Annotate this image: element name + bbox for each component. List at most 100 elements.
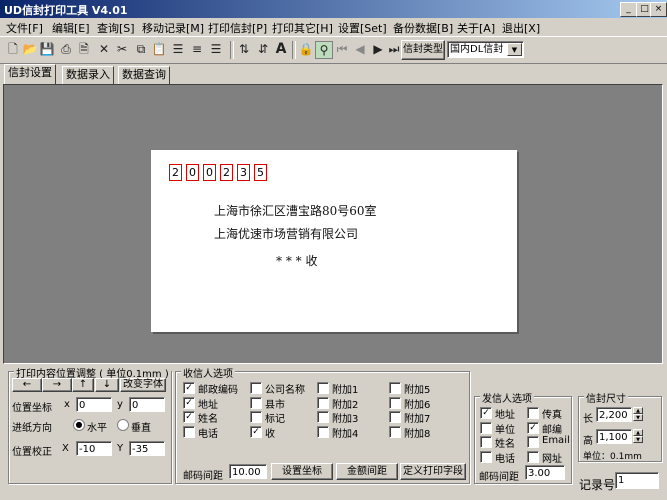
set-coordinates-button[interactable]: 设置坐标: [271, 463, 333, 480]
recipient-option-checkbox[interactable]: [389, 411, 401, 423]
recipient-option-checkbox[interactable]: [389, 382, 401, 394]
align-left-icon[interactable]: ☰: [170, 41, 186, 57]
tab-data-query[interactable]: 数据查询: [118, 66, 170, 85]
recipient-option-label: 附加3: [332, 414, 359, 425]
menu-settings[interactable]: 设置[Set]: [338, 20, 387, 36]
sender-option-checkbox[interactable]: [527, 450, 539, 463]
sort-descending-icon[interactable]: ⇵: [255, 41, 271, 57]
last-record-icon[interactable]: ⏭: [386, 41, 402, 57]
zip-digit: 3: [237, 164, 250, 181]
correction-y-label: Y: [117, 443, 124, 454]
recipient-option-label: 附加8: [404, 428, 431, 440]
sender-option-checkbox[interactable]: [480, 436, 492, 448]
spin-up-icon[interactable]: ▲: [633, 429, 643, 436]
sort-ascending-icon[interactable]: ⇅: [236, 41, 252, 57]
custom-fields-button[interactable]: 定义打印字段: [400, 463, 466, 480]
next-record-icon[interactable]: ▶: [370, 41, 386, 57]
new-file-icon[interactable]: 🗋: [5, 41, 21, 57]
record-number-input[interactable]: 1: [615, 472, 659, 489]
menu-move-record[interactable]: 移动记录[M]: [142, 20, 204, 36]
recipient-spacing-input[interactable]: 10.00: [229, 464, 267, 479]
amount-spacing-button[interactable]: 金额间距: [336, 463, 398, 480]
recipient-option-checkbox[interactable]: [317, 411, 329, 423]
sender-option-checkbox[interactable]: ✓: [527, 421, 539, 434]
close-button[interactable]: ×: [650, 2, 667, 17]
recipient-option-checkbox[interactable]: [317, 382, 329, 394]
print-preview-icon[interactable]: 🗎: [76, 41, 92, 57]
y-label: y: [117, 399, 123, 410]
lock-icon[interactable]: 🔒: [298, 41, 314, 57]
spin-down-icon[interactable]: ▼: [633, 414, 643, 421]
move-right-button[interactable]: →: [42, 378, 72, 392]
height-spinner[interactable]: ▲ ▼: [633, 429, 643, 444]
cut-icon[interactable]: ✂: [114, 41, 130, 57]
move-up-button[interactable]: ↑: [72, 378, 94, 392]
spin-up-icon[interactable]: ▲: [633, 407, 643, 414]
chevron-down-icon[interactable]: ▼: [507, 43, 522, 56]
prev-record-icon[interactable]: ◀: [352, 41, 368, 57]
envelope-type-select[interactable]: 国内DL信封 ▼: [447, 41, 524, 58]
sender-option-checkbox[interactable]: [527, 436, 539, 448]
sender-option-checkbox[interactable]: ✓: [480, 407, 492, 419]
correction-x-input[interactable]: -10: [76, 441, 112, 456]
sender-spacing-input[interactable]: 3.00: [525, 465, 565, 480]
spin-down-icon[interactable]: ▼: [633, 436, 643, 443]
recipient-option-checkbox[interactable]: [317, 425, 329, 438]
recipient-option-label: 收: [265, 428, 275, 440]
recipient-option-checkbox[interactable]: [250, 382, 262, 394]
menu-print-other[interactable]: 打印其它[H]: [272, 20, 333, 36]
menu-file[interactable]: 文件[F]: [6, 20, 43, 36]
delete-icon[interactable]: ✕: [96, 41, 112, 57]
zip-digit: 2: [220, 164, 233, 181]
coord-y-input[interactable]: 0: [129, 397, 165, 412]
recipient-option-checkbox[interactable]: ✓: [183, 396, 195, 409]
change-font-button[interactable]: 改变字体: [120, 378, 166, 392]
recipient-option-checkbox[interactable]: [389, 425, 401, 438]
recipient-option-checkbox[interactable]: [389, 396, 401, 409]
align-center-icon[interactable]: ≡: [189, 41, 205, 57]
move-left-button[interactable]: ←: [12, 378, 42, 392]
horizontal-radio[interactable]: ●: [73, 419, 85, 431]
recipient-option-checkbox[interactable]: ✓: [250, 425, 262, 438]
print-icon[interactable]: ⎙: [58, 41, 74, 57]
filter-icon[interactable]: ⚲: [315, 41, 333, 59]
recipient-option-checkbox[interactable]: [317, 396, 329, 409]
vertical-radio[interactable]: [117, 419, 129, 431]
open-folder-icon[interactable]: 📂: [22, 41, 38, 57]
font-icon[interactable]: A: [273, 41, 289, 57]
menu-about[interactable]: 关于[A]: [457, 20, 495, 36]
height-input[interactable]: 1,100: [596, 429, 632, 444]
sender-option-label: 地址: [495, 410, 515, 421]
recipient-option-checkbox[interactable]: ✓: [183, 411, 195, 423]
paste-icon[interactable]: 📋: [151, 41, 167, 57]
sender-option-checkbox[interactable]: [480, 421, 492, 434]
correction-y-input[interactable]: -35: [129, 441, 165, 456]
minimize-button[interactable]: _: [620, 2, 637, 17]
first-record-icon[interactable]: ⏮: [334, 41, 350, 57]
copy-icon[interactable]: ⧉: [133, 41, 149, 57]
menu-backup[interactable]: 备份数据[B]: [393, 20, 453, 36]
menu-edit[interactable]: 编辑[E]: [52, 20, 90, 36]
length-spinner[interactable]: ▲ ▼: [633, 407, 643, 422]
tab-data-entry[interactable]: 数据录入: [62, 66, 114, 85]
move-down-button[interactable]: ↓: [95, 378, 119, 392]
menu-print-envelope[interactable]: 打印信封[P]: [208, 20, 267, 36]
length-input[interactable]: 2,200: [596, 407, 632, 422]
recipient-option-checkbox[interactable]: [183, 425, 195, 438]
menu-query[interactable]: 查询[S]: [97, 20, 135, 36]
coord-x-input[interactable]: 0: [76, 397, 112, 412]
save-icon[interactable]: 💾: [39, 41, 55, 57]
align-right-icon[interactable]: ☰: [208, 41, 224, 57]
menu-exit[interactable]: 退出[X]: [502, 20, 540, 36]
envelope-type-value: 国内DL信封: [450, 44, 504, 55]
recipient-option-checkbox[interactable]: [250, 411, 262, 423]
menu-bar: 文件[F] 编辑[E] 查询[S] 移动记录[M] 打印信封[P] 打印其它[H…: [0, 18, 667, 35]
correction-x-label: X: [62, 443, 69, 454]
sender-option-checkbox[interactable]: [527, 407, 539, 419]
recipient-option-checkbox[interactable]: [250, 396, 262, 409]
tab-envelope-settings[interactable]: 信封设置: [4, 64, 56, 84]
sender-option-checkbox[interactable]: [480, 450, 492, 463]
recipient-option-checkbox[interactable]: ✓: [183, 382, 195, 394]
envelope-type-button[interactable]: 信封类型: [401, 40, 445, 60]
zip-digit: 0: [186, 164, 199, 181]
